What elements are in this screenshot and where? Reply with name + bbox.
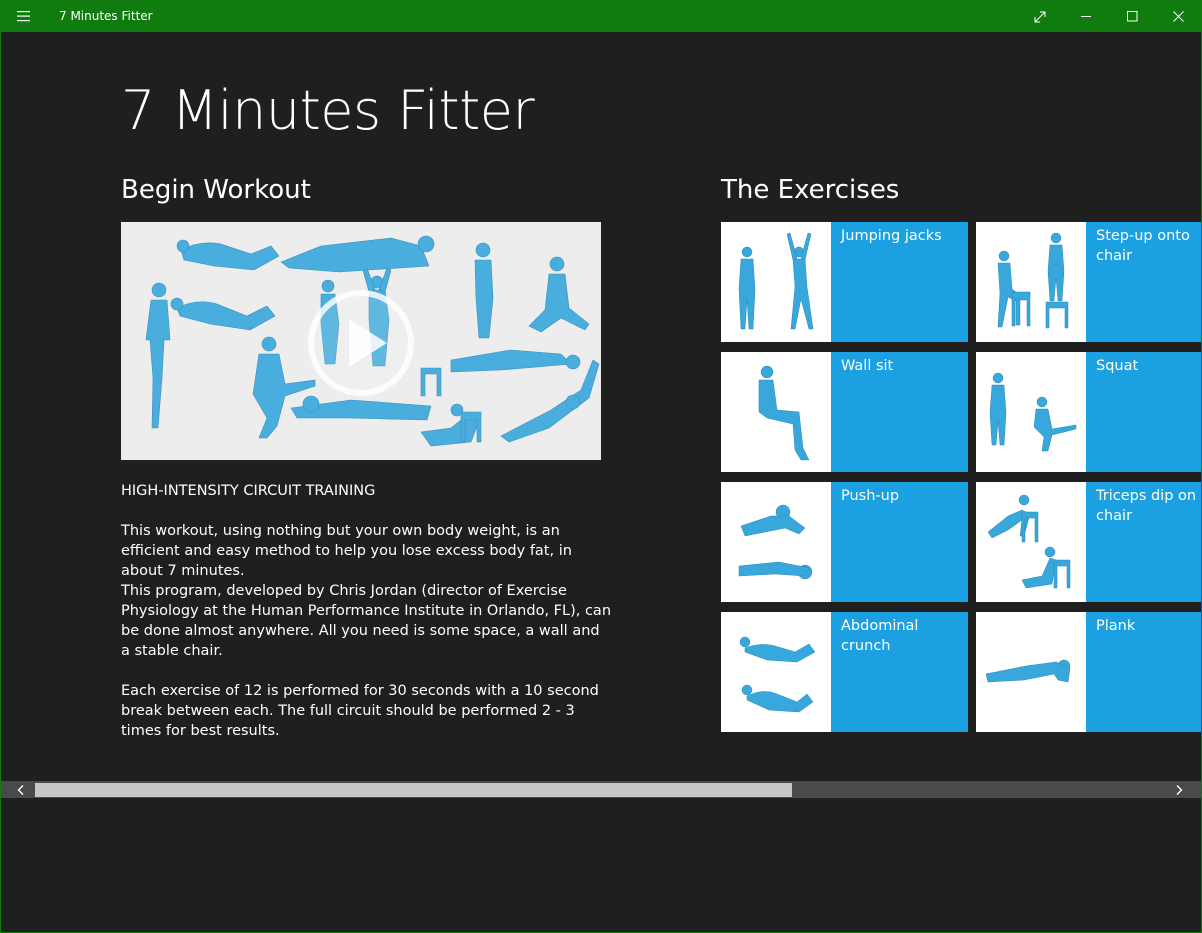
play-icon — [308, 290, 414, 396]
exercise-tile-wall-sit[interactable]: Wall sit — [721, 352, 968, 472]
tile-label: Wall sit — [841, 358, 894, 374]
step-up-thumbnail — [976, 222, 1086, 342]
exercise-tile-plank[interactable]: Plank — [976, 612, 1201, 732]
maximize-button[interactable] — [1109, 1, 1155, 32]
workout-description-1: This workout, using nothing but your own… — [121, 523, 572, 579]
tile-label: Push-up — [841, 488, 900, 504]
exercise-tile-triceps-dip[interactable]: Triceps dip on chair — [976, 482, 1201, 602]
exercise-tile-push-up[interactable]: Push-up — [721, 482, 968, 602]
tile-label: Abdominal crunch — [841, 618, 919, 654]
scroll-right-button[interactable] — [1169, 781, 1189, 798]
workout-hero-image[interactable] — [121, 222, 601, 460]
abdominal-crunch-thumbnail — [721, 612, 831, 732]
hamburger-menu-icon[interactable] — [11, 5, 37, 27]
exercise-tile-squat[interactable]: Squat — [976, 352, 1201, 472]
window-title: 7 Minutes Fitter — [59, 9, 153, 23]
fullscreen-icon — [1034, 11, 1046, 23]
exercise-tile-step-up[interactable]: Step-up onto chair — [976, 222, 1201, 342]
minimize-icon — [1080, 11, 1092, 22]
squat-thumbnail — [976, 352, 1086, 472]
tile-label: Squat — [1096, 358, 1139, 374]
jumping-jacks-thumbnail — [721, 222, 831, 342]
chevron-left-icon — [17, 780, 25, 799]
scrollbar-thumb[interactable] — [35, 783, 792, 797]
close-icon — [1172, 11, 1184, 22]
exercise-tile-jumping-jacks[interactable]: Jumping jacks — [721, 222, 968, 342]
play-button[interactable] — [307, 289, 415, 397]
exercise-tile-abdominal-crunch[interactable]: Abdominal crunch — [721, 612, 968, 732]
triceps-dip-thumbnail — [976, 482, 1086, 602]
horizontal-scrollbar[interactable] — [1, 781, 1201, 798]
workout-description-3: Each exercise of 12 is performed for 30 … — [121, 683, 599, 739]
app-window: 7 Minutes Fitter 7 Minutes Fitter Begin … — [0, 0, 1202, 933]
fullscreen-button[interactable] — [1017, 1, 1063, 32]
chevron-right-icon — [1175, 780, 1183, 799]
workout-subtitle: HIGH-INTENSITY CIRCUIT TRAINING — [121, 483, 376, 499]
push-up-thumbnail — [721, 482, 831, 602]
minimize-button[interactable] — [1063, 1, 1109, 32]
scroll-left-button[interactable] — [11, 781, 31, 798]
close-button[interactable] — [1155, 1, 1201, 32]
maximize-icon — [1126, 11, 1138, 22]
begin-workout-heading: Begin Workout — [121, 175, 311, 205]
title-bar: 7 Minutes Fitter — [1, 1, 1201, 32]
tile-label: Step-up onto chair — [1096, 228, 1190, 264]
plank-thumbnail — [976, 612, 1086, 732]
workout-description-2: This program, developed by Chris Jordan … — [121, 583, 612, 659]
exercises-heading: The Exercises — [721, 175, 900, 205]
page-title: 7 Minutes Fitter — [121, 79, 535, 142]
tile-label: Plank — [1096, 618, 1136, 634]
wall-sit-thumbnail — [721, 352, 831, 472]
tile-label: Jumping jacks — [841, 228, 942, 244]
tile-label: Triceps dip on chair — [1096, 488, 1197, 524]
